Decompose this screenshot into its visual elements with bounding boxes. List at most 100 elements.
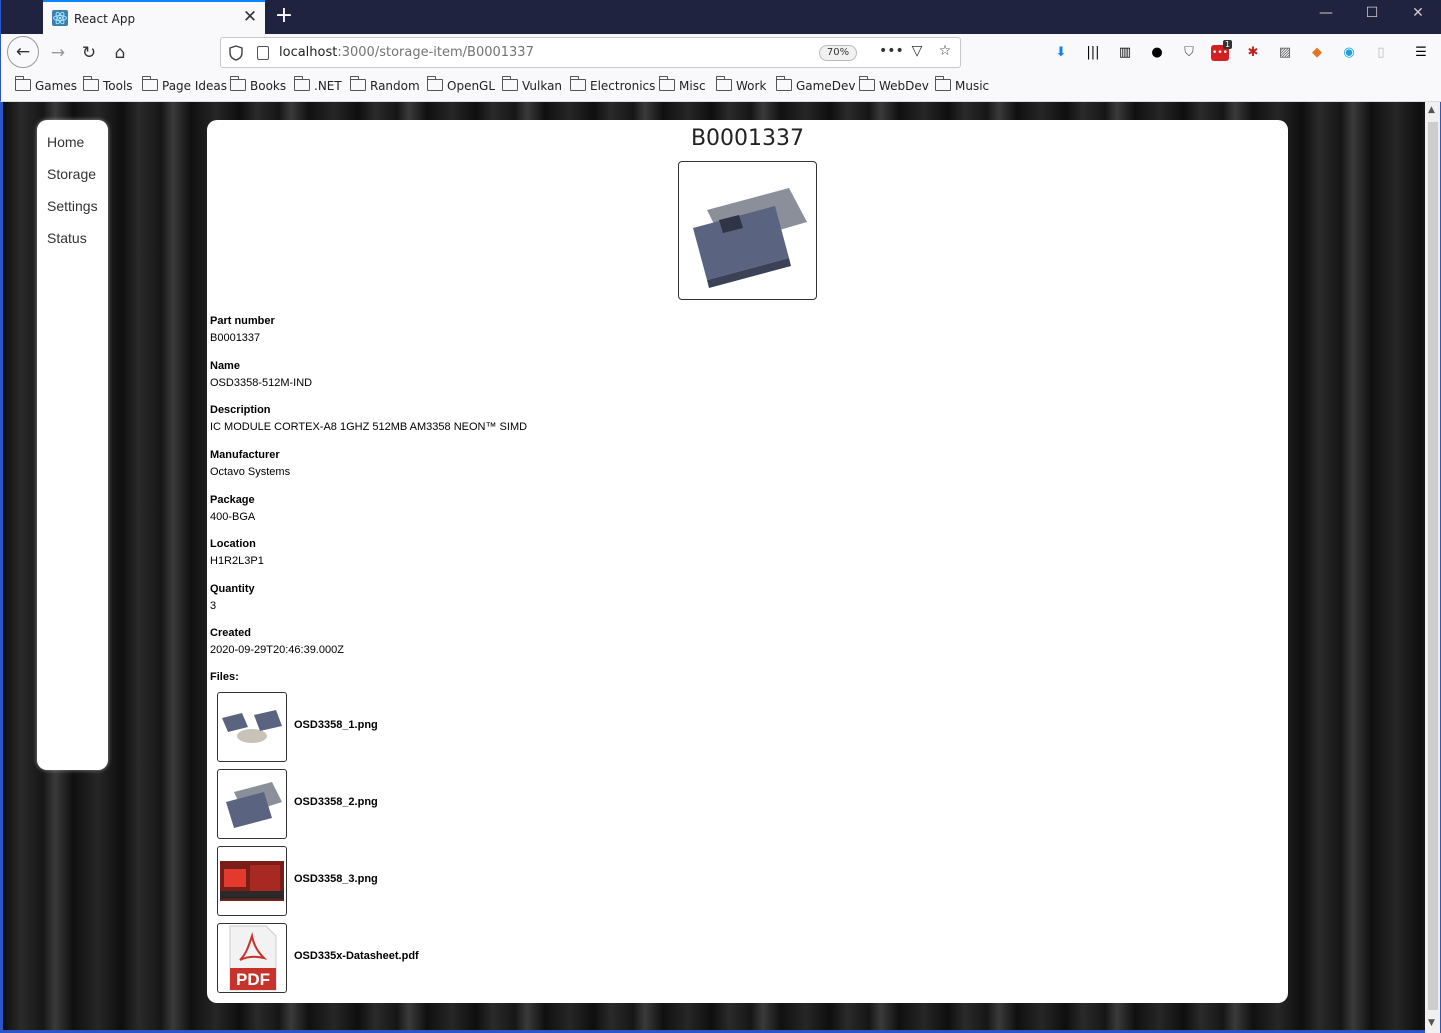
image-extension-icon[interactable]: ▨ (1275, 43, 1295, 63)
file-thumbnail[interactable]: PDF (217, 923, 287, 993)
metamask-fox-icon[interactable]: ◆ (1307, 43, 1327, 63)
bookmark-folder[interactable]: Games (14, 76, 77, 95)
url-text[interactable]: localhost:3000/storage-item/B0001337 (279, 45, 534, 60)
scroll-down-icon[interactable]: ▼ (1428, 1018, 1435, 1028)
downloads-icon[interactable]: ⬇ (1051, 43, 1071, 63)
phone-extension-icon[interactable]: ▯ (1371, 43, 1391, 63)
item-detail-panel: B0001337 Part number B0001337 Name OSD3358… (207, 120, 1288, 1003)
file-entry[interactable]: OSD3358_1.png (217, 692, 577, 762)
page-info-icon[interactable] (257, 46, 269, 60)
field-quantity: Quantity 3 (210, 583, 255, 612)
chip-image (693, 188, 807, 288)
home-icon[interactable]: ⌂ (105, 38, 135, 68)
extension-icon[interactable]: ✱ (1243, 43, 1263, 63)
folder-icon (569, 76, 586, 91)
folder-icon (141, 76, 158, 91)
bookmark-folder[interactable]: .NET (293, 76, 342, 95)
folder-icon (229, 76, 246, 91)
bookmark-folder[interactable]: Tools (82, 76, 133, 95)
folder-icon (934, 76, 951, 91)
bookmark-folder[interactable]: Random (349, 76, 420, 95)
new-tab-icon[interactable]: + (273, 4, 295, 28)
field-package: Package 400-BGA (210, 494, 256, 523)
file-name[interactable]: OSD335x-Datasheet.pdf (294, 950, 419, 962)
folder-icon (349, 76, 366, 91)
file-name[interactable]: OSD3358_2.png (294, 796, 378, 808)
file-thumbnail[interactable] (217, 846, 287, 916)
bookmark-folder[interactable]: GameDev (775, 76, 855, 95)
side-navigation: Home Storage Settings Status (37, 120, 108, 770)
react-favicon-icon (52, 10, 68, 26)
file-entry[interactable]: OSD3358_3.png (217, 846, 577, 916)
vertical-scrollbar[interactable]: ▲ ▼ (1425, 102, 1441, 1033)
folder-icon (715, 76, 732, 91)
bookmark-folder[interactable]: Books (229, 76, 286, 95)
main-product-image[interactable] (678, 161, 817, 300)
navigation-toolbar: ← → ↻ ⌂ localhost:3000/storage-item/B000… (0, 34, 1441, 71)
field-part-number: Part number B0001337 (210, 315, 275, 344)
sidebar-icon[interactable]: ▥ (1115, 43, 1135, 63)
library-icon[interactable]: ||| (1083, 43, 1103, 63)
folder-icon (775, 76, 792, 91)
folder-icon (501, 76, 518, 91)
folder-icon (293, 76, 310, 91)
notification-count-badge: 1 (1223, 40, 1233, 49)
nav-storage[interactable]: Storage (47, 166, 96, 182)
reload-icon[interactable]: ↻ (74, 38, 104, 68)
file-entry[interactable]: OSD3358_2.png (217, 769, 577, 839)
chips-photo-image (222, 710, 282, 743)
chip-photo-image (226, 782, 282, 828)
nav-status[interactable]: Status (47, 230, 87, 246)
folder-icon (14, 76, 31, 91)
bookmark-folder[interactable]: OpenGL (426, 76, 495, 95)
file-thumbnail[interactable] (217, 692, 287, 762)
window-titlebar: React App ✕ + — ☐ ✕ (0, 0, 1441, 34)
page-title: B0001337 (690, 126, 805, 151)
bookmark-folder[interactable]: Electronics (569, 76, 655, 95)
tab-title: React App (74, 12, 136, 26)
bookmark-folder[interactable]: WebDev (858, 76, 929, 95)
account-icon[interactable]: ● (1147, 43, 1167, 63)
files-heading: Files: (210, 671, 239, 683)
bookmark-folder[interactable]: Vulkan (501, 76, 562, 95)
folder-icon (858, 76, 875, 91)
bookmark-folder[interactable]: Music (934, 76, 989, 95)
field-name: Name OSD3358-512M-IND (210, 360, 313, 389)
file-name[interactable]: OSD3358_3.png (294, 873, 378, 885)
field-created: Created 2020-09-29T20:46:39.000Z (210, 627, 344, 656)
file-entry[interactable]: PDF OSD335x-Datasheet.pdf (217, 923, 577, 993)
field-manufacturer: Manufacturer Octavo Systems (210, 449, 291, 478)
scroll-up-icon[interactable]: ▲ (1428, 105, 1435, 115)
maximize-icon[interactable]: ☐ (1359, 5, 1385, 27)
pocket-icon[interactable]: ▽ (907, 43, 927, 63)
pdf-badge-label: PDF (236, 970, 270, 989)
nav-home[interactable]: Home (47, 134, 84, 150)
close-window-icon[interactable]: ✕ (1405, 5, 1431, 27)
field-description: Description IC MODULE CORTEX-A8 1GHZ 512M… (210, 404, 528, 433)
zoom-level-badge[interactable]: 70% (819, 45, 857, 61)
menu-hamburger-icon[interactable]: ☰ (1411, 43, 1431, 63)
file-thumbnail[interactable] (217, 769, 287, 839)
minimize-icon[interactable]: — (1313, 5, 1339, 27)
folder-icon (658, 76, 675, 91)
folder-icon (426, 76, 443, 91)
nav-settings[interactable]: Settings (47, 198, 98, 214)
bookmark-folder[interactable]: Misc (658, 76, 706, 95)
sync-extension-icon[interactable]: ◉ (1339, 43, 1359, 63)
page-actions-icon[interactable]: ••• (879, 43, 904, 63)
page-viewport: Home Storage Settings Status B0001337 Pa… (0, 102, 1425, 1033)
file-name[interactable]: OSD3358_1.png (294, 719, 378, 731)
browser-tab[interactable]: React App ✕ (43, 0, 265, 34)
bookmarks-toolbar: Games Tools Page Ideas Books .NET Random… (0, 71, 1441, 102)
field-location: Location H1R2L3P1 (210, 538, 264, 567)
ublock-icon[interactable]: ⛉ (1179, 43, 1199, 63)
scrollbar-thumb[interactable] (1428, 122, 1438, 1010)
address-bar[interactable]: localhost:3000/storage-item/B0001337 70%… (220, 37, 961, 68)
tab-close-icon[interactable]: ✕ (241, 7, 259, 27)
tracking-shield-icon[interactable] (229, 45, 243, 61)
bookmark-folder[interactable]: Page Ideas (141, 76, 227, 95)
back-arrow-icon[interactable]: ← (7, 36, 39, 68)
bookmark-folder[interactable]: Work (715, 76, 766, 95)
bookmark-star-icon[interactable]: ☆ (935, 43, 955, 63)
forward-arrow-icon[interactable]: → (43, 38, 73, 68)
